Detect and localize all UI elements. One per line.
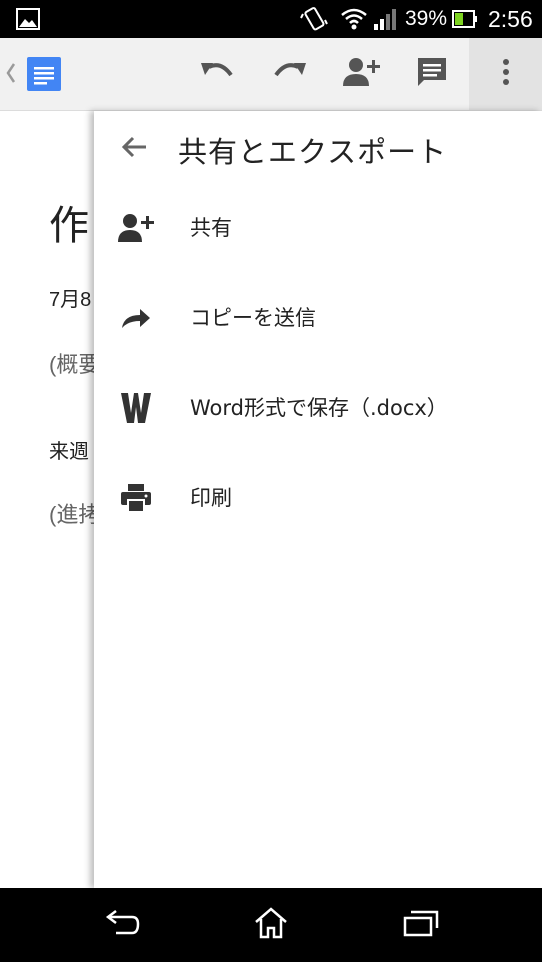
nav-recents-button[interactable] xyxy=(391,900,451,950)
word-icon xyxy=(116,363,156,453)
document-line: (進拷 xyxy=(49,502,101,527)
navigation-bar xyxy=(0,888,542,962)
more-vert-icon xyxy=(502,58,510,90)
document-line: 来週 xyxy=(49,441,89,463)
panel-back-button[interactable] xyxy=(110,127,158,171)
menu-item-label: Word形式で保存（.docx） xyxy=(190,396,448,420)
overflow-menu-button[interactable] xyxy=(469,38,542,110)
battery-icon xyxy=(452,9,478,33)
menu-item-label: 印刷 xyxy=(190,486,232,510)
share-button[interactable] xyxy=(332,38,392,110)
battery-percent: 39% xyxy=(405,7,448,30)
wifi-icon xyxy=(340,7,368,35)
arrow-back-icon xyxy=(121,136,147,162)
comments-button[interactable] xyxy=(402,38,462,110)
print-icon xyxy=(116,453,156,543)
back-chevron-icon xyxy=(6,62,16,88)
docs-app-icon xyxy=(27,57,61,95)
menu-item-save-as-word[interactable]: Word形式で保存（.docx） xyxy=(94,363,542,453)
document-line: 7月8 xyxy=(49,289,92,311)
redo-icon xyxy=(272,61,308,87)
vibrate-icon xyxy=(300,6,328,36)
back-icon xyxy=(104,909,140,941)
recent-apps-icon xyxy=(403,909,439,941)
redo-button[interactable] xyxy=(260,38,320,110)
menu-item-share[interactable]: 共有 xyxy=(94,183,542,273)
nav-back-button[interactable] xyxy=(92,900,152,950)
menu-item-send-copy[interactable]: コピーを送信 xyxy=(94,273,542,363)
panel-title: 共有とエクスポート xyxy=(178,135,448,169)
undo-icon xyxy=(199,61,235,87)
comment-icon xyxy=(416,56,448,92)
clock: 2:56 xyxy=(488,6,533,32)
toolbar xyxy=(0,38,542,111)
up-navigation-button[interactable] xyxy=(0,38,68,110)
signal-icon xyxy=(373,7,399,35)
undo-button[interactable] xyxy=(187,38,247,110)
menu-item-label: 共有 xyxy=(190,216,232,240)
image-icon xyxy=(16,8,40,34)
menu-item-label: コピーを送信 xyxy=(190,306,316,330)
forward-arrow-icon xyxy=(116,273,156,363)
share-export-panel: 共有とエクスポート 共有 コピーを送信 Word形式で保存（.docx） 印刷 xyxy=(94,111,542,888)
add-person-icon xyxy=(116,183,156,273)
home-icon xyxy=(253,907,289,943)
menu-item-print[interactable]: 印刷 xyxy=(94,453,542,543)
status-bar: 39% 2:56 xyxy=(0,0,542,38)
document-title: 作 xyxy=(49,204,89,248)
nav-home-button[interactable] xyxy=(241,900,301,950)
document-line: (概要 xyxy=(49,352,101,377)
add-person-icon xyxy=(343,56,381,92)
